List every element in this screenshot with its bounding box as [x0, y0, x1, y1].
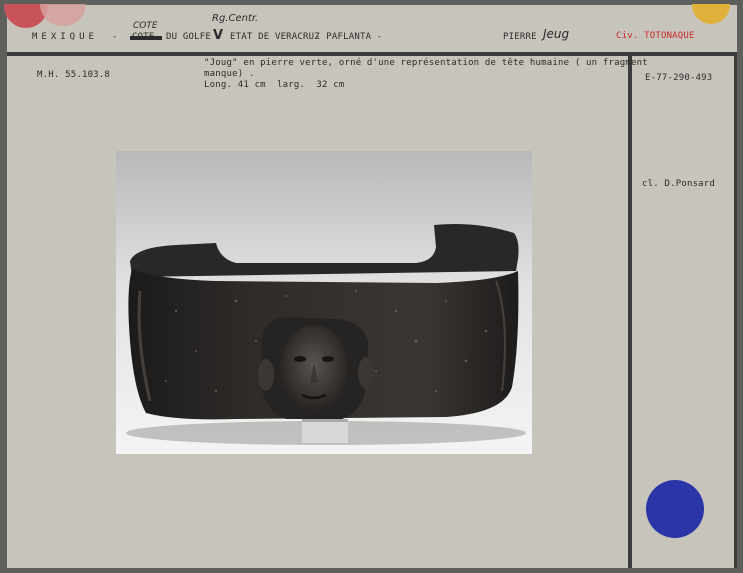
column-divider: [628, 56, 632, 568]
golfe-text: DU GOLFE: [166, 32, 211, 42]
dimensions: Long. 41 cm larg. 32 cm: [204, 80, 345, 90]
check-mark: V: [213, 28, 224, 43]
civilization-label: Civ. TOTONAQUE: [616, 31, 695, 41]
blue-dot-icon: [646, 480, 704, 538]
locality-text: - PAFLANTA -: [315, 32, 383, 42]
photo-credit: cl. D.Ponsard: [642, 179, 716, 189]
description-line-1: "Joug" en pierre verte, orné d'une repré…: [204, 58, 648, 68]
catalog-number: E-77-290-493: [645, 73, 713, 83]
cote-handwritten: COTE: [133, 21, 158, 31]
region-handwritten: Rg.Centr.: [212, 13, 259, 24]
description-line-2: manque) .: [204, 69, 255, 79]
material-handwritten: Jeug: [543, 27, 570, 41]
inventory-number: M.H. 55.103.8: [37, 70, 111, 80]
header-separator: -: [112, 32, 118, 42]
strikethrough: [130, 36, 162, 40]
right-border: [734, 56, 737, 568]
etat-text: ETAT DE VERACRUZ: [230, 32, 320, 42]
country: MEXIQUE: [32, 32, 98, 42]
material-label: PIERRE: [503, 32, 537, 42]
object-photograph: [116, 151, 532, 454]
